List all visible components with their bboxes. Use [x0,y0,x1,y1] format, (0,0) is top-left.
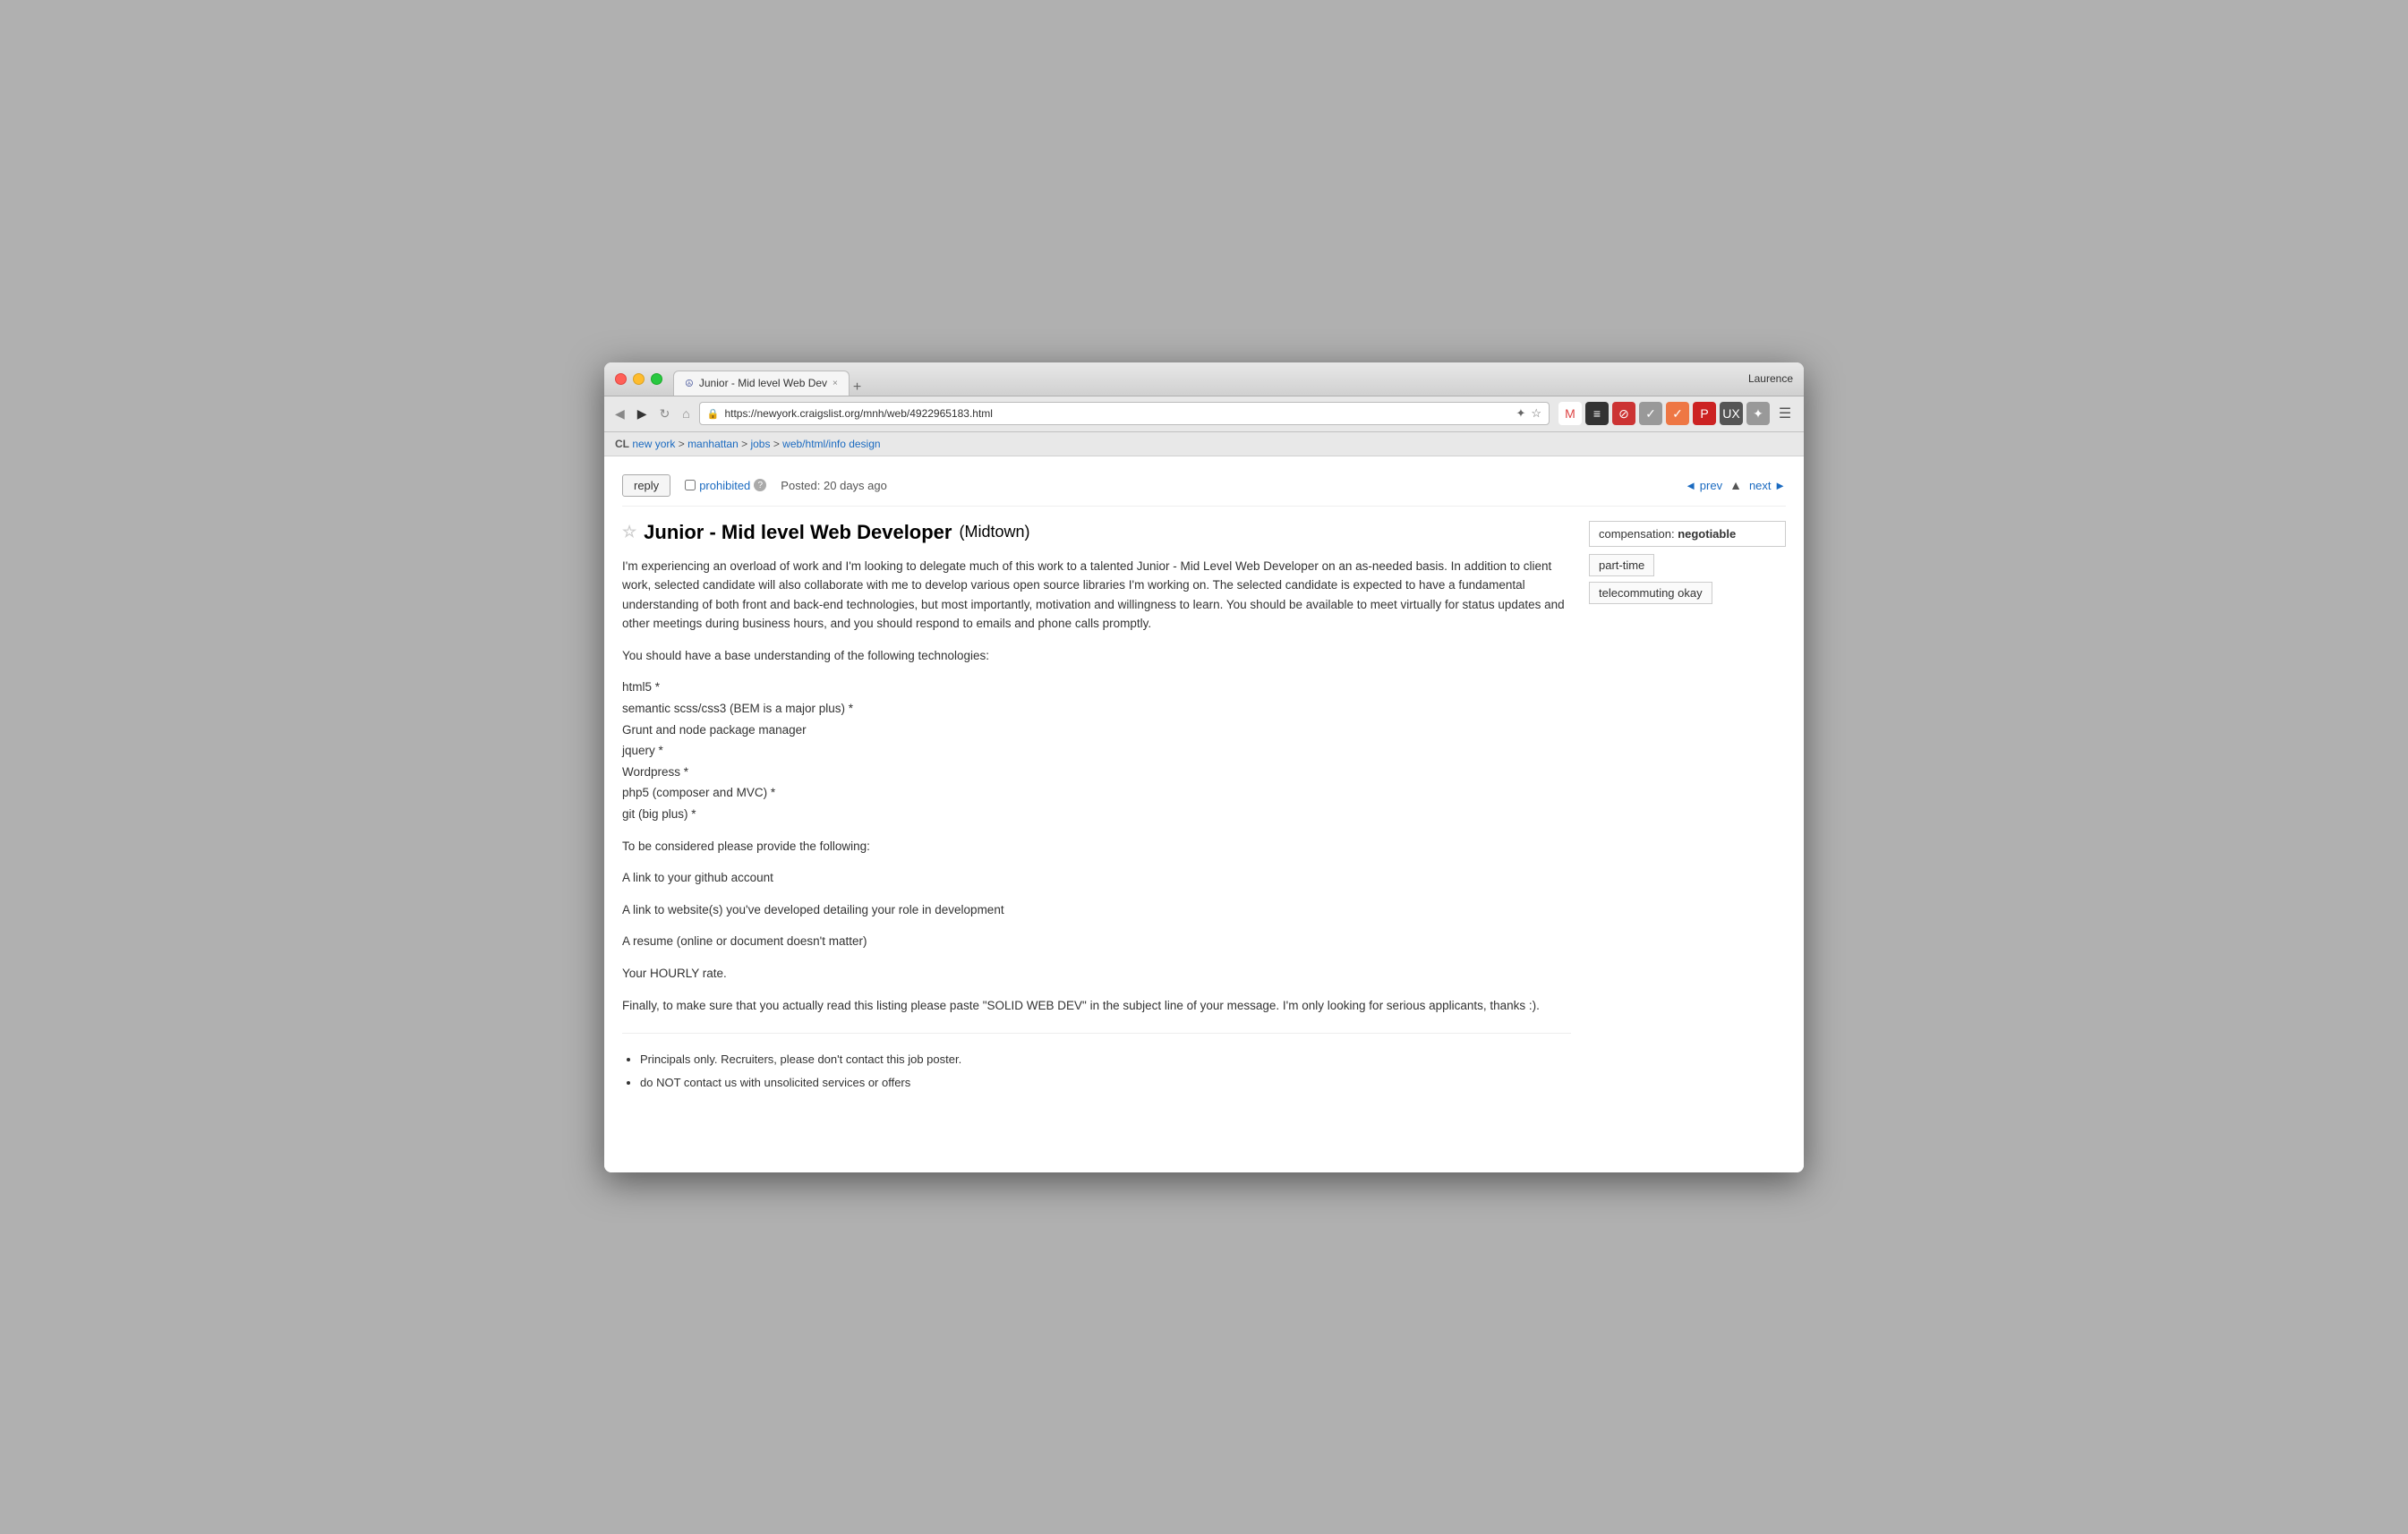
up-link[interactable]: ▲ [1729,478,1742,492]
tabs-area: ☮ Junior - Mid level Web Dev × + [673,362,861,396]
menu-icon-button[interactable]: ☰ [1773,402,1797,425]
back-button[interactable]: ◀ [611,405,628,423]
layers-icon-button[interactable]: ≡ [1585,402,1609,425]
compensation-label: compensation: [1599,527,1675,541]
gmail-icon-button[interactable]: M [1558,402,1582,425]
post-title-text: Junior - Mid level Web Developer [644,521,952,544]
req-item-3: A resume (online or document doesn't mat… [622,932,1571,951]
breadcrumb: CL new york > manhattan > jobs > web/htm… [604,432,1804,456]
tab-close-button[interactable]: × [833,379,838,388]
url-text: https://newyork.craigslist.org/mnh/web/4… [724,407,1510,420]
browser-window: ☮ Junior - Mid level Web Dev × + Laurenc… [604,362,1804,1172]
breadcrumb-newyork[interactable]: new york [632,438,675,450]
home-button[interactable]: ⌂ [679,405,693,422]
title-bar: ☮ Junior - Mid level Web Dev × + Laurenc… [604,362,1804,396]
tag-telecommuting: telecommuting okay [1589,582,1712,604]
forward-button[interactable]: ▶ [634,405,651,423]
star-icon[interactable]: ☆ [622,523,636,541]
tech-item-1: html5 * [622,678,1571,697]
req-item-1: A link to your github account [622,868,1571,888]
post-nav-row: reply prohibited ? Posted: 20 days ago ◄… [622,471,1786,507]
final-note: Finally, to make sure that you actually … [622,996,1571,1016]
page-content: reply prohibited ? Posted: 20 days ago ◄… [604,456,1804,1172]
tech-intro: You should have a base understanding of … [622,646,1571,666]
prev-link[interactable]: ◄ prev [1685,479,1722,492]
breadcrumb-sep3: > [773,438,782,450]
footer-list: Principals only. Recruiters, please don'… [640,1048,1571,1095]
prohibited-badge: ? [754,479,766,491]
post-layout: ☆ Junior - Mid level Web Developer (Midt… [622,521,1786,1095]
breadcrumb-sep1: > [679,438,687,450]
address-icons: ✦ ☆ [1516,406,1541,421]
post-sidebar: compensation: negotiable part-time telec… [1589,521,1786,1095]
ux-icon-button[interactable]: UX [1720,402,1743,425]
rss-icon[interactable]: ✦ [1516,406,1525,421]
tech-item-4: jquery * [622,741,1571,761]
requirements: A link to your github account A link to … [622,868,1571,983]
post-footer: Principals only. Recruiters, please don'… [622,1033,1571,1095]
req-item-4: Your HOURLY rate. [622,964,1571,984]
tech-item-2: semantic scss/css3 (BEM is a major plus)… [622,699,1571,719]
post-main: ☆ Junior - Mid level Web Developer (Midt… [622,521,1571,1095]
tab-favicon-icon: ☮ [685,378,694,389]
tech-item-5: Wordpress * [622,763,1571,782]
tech-item-7: git (big plus) * [622,805,1571,824]
post-body: I'm experiencing an overload of work and… [622,557,1571,1016]
reply-button[interactable]: reply [622,474,670,497]
post-location: (Midtown) [959,523,1029,541]
prohibited-wrapper: prohibited ? [685,479,766,492]
posted-text: Posted: 20 days ago [781,479,887,492]
close-window-button[interactable] [615,373,627,385]
feather-icon-button[interactable]: ✓ [1666,402,1689,425]
footer-item-2: do NOT contact us with unsolicited servi… [640,1071,1571,1095]
next-link[interactable]: next ► [1749,479,1786,492]
nav-links: ◄ prev ▲ next ► [1685,478,1786,492]
footer-item-1: Principals only. Recruiters, please don'… [640,1048,1571,1071]
tech-item-3: Grunt and node package manager [622,720,1571,740]
window-controls [615,373,662,385]
address-bar-row: ◀ ▶ ↻ ⌂ 🔒 https://newyork.craigslist.org… [604,396,1804,432]
req-item-2: A link to website(s) you've developed de… [622,900,1571,920]
prohibited-link[interactable]: prohibited [699,479,750,492]
check-icon-button[interactable]: ✓ [1639,402,1662,425]
address-field[interactable]: 🔒 https://newyork.craigslist.org/mnh/web… [699,402,1550,425]
tech-list: html5 * semantic scss/css3 (BEM is a maj… [622,678,1571,823]
prohibited-checkbox[interactable] [685,480,696,490]
new-tab-button[interactable]: + [853,379,861,396]
user-name: Laurence [1748,372,1793,385]
active-tab[interactable]: ☮ Junior - Mid level Web Dev × [673,371,850,396]
minimize-window-button[interactable] [633,373,645,385]
maximize-window-button[interactable] [651,373,662,385]
breadcrumb-jobs[interactable]: jobs [750,438,770,450]
bookmark-icon[interactable]: ☆ [1531,406,1541,421]
post-paragraph-1: I'm experiencing an overload of work and… [622,557,1571,634]
tech-item-6: php5 (composer and MVC) * [622,783,1571,803]
post-title: ☆ Junior - Mid level Web Developer (Midt… [622,521,1571,544]
breadcrumb-manhattan[interactable]: manhattan [687,438,739,450]
tab-title: Junior - Mid level Web Dev [699,377,827,389]
extension-icon-button[interactable]: ✦ [1746,402,1770,425]
shield-icon-button[interactable]: ⊘ [1612,402,1635,425]
breadcrumb-sep2: > [741,438,750,450]
compensation-box: compensation: negotiable [1589,521,1786,547]
consider-label: To be considered please provide the foll… [622,837,1571,856]
tag-part-time: part-time [1589,554,1654,576]
refresh-button[interactable]: ↻ [656,405,674,423]
pinterest-icon-button[interactable]: P [1693,402,1716,425]
toolbar-icons: M ≡ ⊘ ✓ ✓ P UX ✦ ☰ [1558,402,1797,425]
compensation-value: negotiable [1678,527,1736,541]
cl-logo[interactable]: CL [615,438,629,450]
breadcrumb-category[interactable]: web/html/info design [782,438,880,450]
ssl-icon: 🔒 [707,408,720,420]
